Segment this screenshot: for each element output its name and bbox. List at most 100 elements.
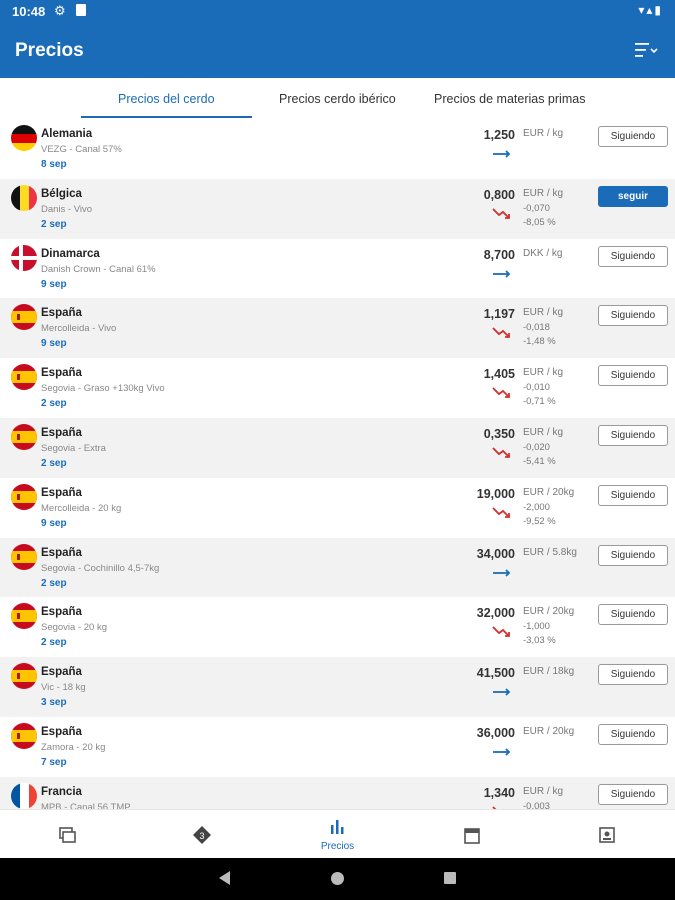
tab-indicator xyxy=(81,116,252,118)
price-unit: DKK / kg xyxy=(523,247,563,259)
price-row[interactable]: España Mercolleida - 20 kg 9 sep 19,000 EUR … xyxy=(0,478,675,538)
price-change-percent: -5,41 % xyxy=(523,455,556,467)
flag-es-icon xyxy=(11,304,37,331)
country-name: España xyxy=(41,606,82,619)
flag-be-icon xyxy=(11,184,37,211)
trend-down-icon xyxy=(491,325,513,341)
price-value: 1,197 xyxy=(483,307,515,322)
follow-button[interactable]: Siguiendo xyxy=(598,484,668,506)
follow-button[interactable]: Siguiendo xyxy=(598,424,668,446)
follow-button[interactable]: seguir xyxy=(598,185,668,207)
nav-item-calendar[interactable] xyxy=(405,810,540,859)
price-date: 2 sep xyxy=(41,577,67,589)
flag-es-icon xyxy=(11,543,37,570)
recents-icon[interactable] xyxy=(444,872,456,884)
tab-materias-primas[interactable]: Precios de materias primas xyxy=(434,92,585,106)
price-date: 2 sep xyxy=(41,637,67,649)
price-date: 9 sep xyxy=(41,278,67,290)
signal-battery-icons: ▾▴▮ xyxy=(638,3,663,17)
price-source: VEZG - Canal 57% xyxy=(41,144,122,155)
price-unit: EUR / 20kg xyxy=(523,725,575,737)
price-row[interactable]: España Segovia - 20 kg 2 sep 32,000 EUR / 20… xyxy=(0,597,675,657)
price-row[interactable]: Alemania VEZG - Canal 57% 8 sep 1,250 EUR / … xyxy=(0,119,675,179)
price-change: -0,020 xyxy=(523,441,550,453)
price-value: 0,800 xyxy=(483,187,515,202)
price-date: 2 sep xyxy=(41,457,67,469)
price-unit: EUR / kg xyxy=(523,307,564,319)
price-value: 8,700 xyxy=(483,247,515,262)
tab-precios-cerdo[interactable]: Precios del cerdo xyxy=(118,92,215,106)
sort-menu-icon[interactable] xyxy=(635,41,658,59)
price-date: 9 sep xyxy=(41,517,67,529)
back-icon[interactable] xyxy=(219,871,230,885)
price-row[interactable]: Francia MPB - Canal 56 TMP 1,340 EUR / kg -0… xyxy=(0,776,675,809)
country-name: España xyxy=(41,367,82,380)
status-time: 10:48 xyxy=(12,4,46,19)
price-source: Danish Crown - Canal 61% xyxy=(41,263,156,275)
nav-item-bar-chart[interactable]: Precios xyxy=(270,810,405,859)
price-date: 8 sep xyxy=(41,159,67,170)
price-change-percent: -1,48 % xyxy=(523,336,556,348)
price-row[interactable]: España Segovia - Graso +130kg Vivo 2 sep 1,… xyxy=(0,358,675,418)
trend-down-icon xyxy=(491,505,513,521)
price-list[interactable]: Alemania VEZG - Canal 57% 8 sep 1,250 EUR / … xyxy=(0,119,675,809)
follow-button[interactable]: Siguiendo xyxy=(598,544,668,566)
country-name: España xyxy=(41,546,82,559)
home-icon[interactable] xyxy=(331,872,344,885)
price-source: Segovia - Cochinillo 4,5-7kg xyxy=(41,562,160,574)
follow-button[interactable]: Siguiendo xyxy=(598,723,668,745)
price-row[interactable]: Bélgica Danis - Vivo 2 sep 0,800 EUR / kg -0,… xyxy=(0,178,675,239)
price-value: 1,340 xyxy=(483,785,515,800)
price-row[interactable]: España Mercolleida - Vivo 9 sep 1,197 EUR / … xyxy=(0,298,675,359)
price-row[interactable]: España Segovia - Extra 2 sep 0,350 EUR / kg -… xyxy=(0,417,675,478)
price-date: 2 sep xyxy=(41,218,67,230)
price-unit: EUR / kg xyxy=(523,367,564,379)
price-source: Segovia - Extra xyxy=(41,442,106,454)
nav-item-contact[interactable] xyxy=(540,810,675,859)
flag-es-icon xyxy=(11,603,37,630)
price-date: 9 sep xyxy=(41,338,67,350)
country-name: España xyxy=(41,486,82,499)
price-source: Mercolleida - 20 kg xyxy=(41,502,122,514)
price-unit: EUR / kg xyxy=(523,426,564,438)
price-change-percent: -8,05 % xyxy=(523,216,556,228)
price-row[interactable]: España Zamora - 20 kg 7 sep 36,000 EUR / 20k… xyxy=(0,717,675,777)
tab-precios-iberico[interactable]: Precios cerdo ibérico xyxy=(279,92,396,106)
settings-notification-icon: ⚙ xyxy=(54,3,66,18)
price-date: 7 sep xyxy=(41,756,67,768)
country-name: Alemania xyxy=(41,128,93,140)
nav-item-news[interactable] xyxy=(0,810,135,859)
flag-es-icon xyxy=(11,423,37,450)
trend-down-icon xyxy=(491,445,513,461)
price-row[interactable]: España Vic - 18 kg 3 sep 41,500 EUR / 18kg Si… xyxy=(0,657,675,717)
country-name: España xyxy=(41,426,82,439)
price-change: -0,018 xyxy=(523,322,550,334)
follow-button[interactable]: Siguiendo xyxy=(598,664,668,686)
price-date: 2 sep xyxy=(41,398,67,410)
price-unit: EUR / 20kg xyxy=(523,486,575,498)
price-source: Danis - Vivo xyxy=(41,203,93,215)
follow-button[interactable]: Siguiendo xyxy=(598,365,668,387)
nav-item-badge[interactable]: 3 xyxy=(135,810,270,859)
price-source: Mercolleida - Vivo xyxy=(41,323,117,335)
follow-button[interactable]: Siguiendo xyxy=(598,783,668,805)
follow-button[interactable]: Siguiendo xyxy=(598,245,668,267)
price-change: -2,000 xyxy=(523,501,550,513)
follow-button[interactable]: Siguiendo xyxy=(598,604,668,626)
price-row[interactable]: España Segovia - Cochinillo 4,5-7kg 2 sep 3… xyxy=(0,537,675,598)
price-change: -1,000 xyxy=(523,621,550,633)
price-row[interactable]: Dinamarca Danish Crown - Canal 61% 9 sep 8,… xyxy=(0,239,675,299)
flag-es-icon xyxy=(11,364,37,391)
price-unit: EUR / kg xyxy=(523,187,564,199)
follow-button[interactable]: Siguiendo xyxy=(598,305,668,327)
app-bar: Precios xyxy=(0,24,675,78)
flag-dk-icon xyxy=(11,244,37,271)
price-source: Vic - 18 kg xyxy=(41,682,86,694)
follow-button[interactable]: Siguiendo xyxy=(598,126,668,147)
status-bar: 10:48 ⚙ ▾▴▮ xyxy=(0,0,675,24)
country-name: España xyxy=(41,666,82,679)
badge-icon: 3 xyxy=(192,825,212,845)
country-name: Francia xyxy=(41,785,82,798)
calendar-icon xyxy=(462,825,482,845)
price-value: 1,250 xyxy=(483,128,515,142)
